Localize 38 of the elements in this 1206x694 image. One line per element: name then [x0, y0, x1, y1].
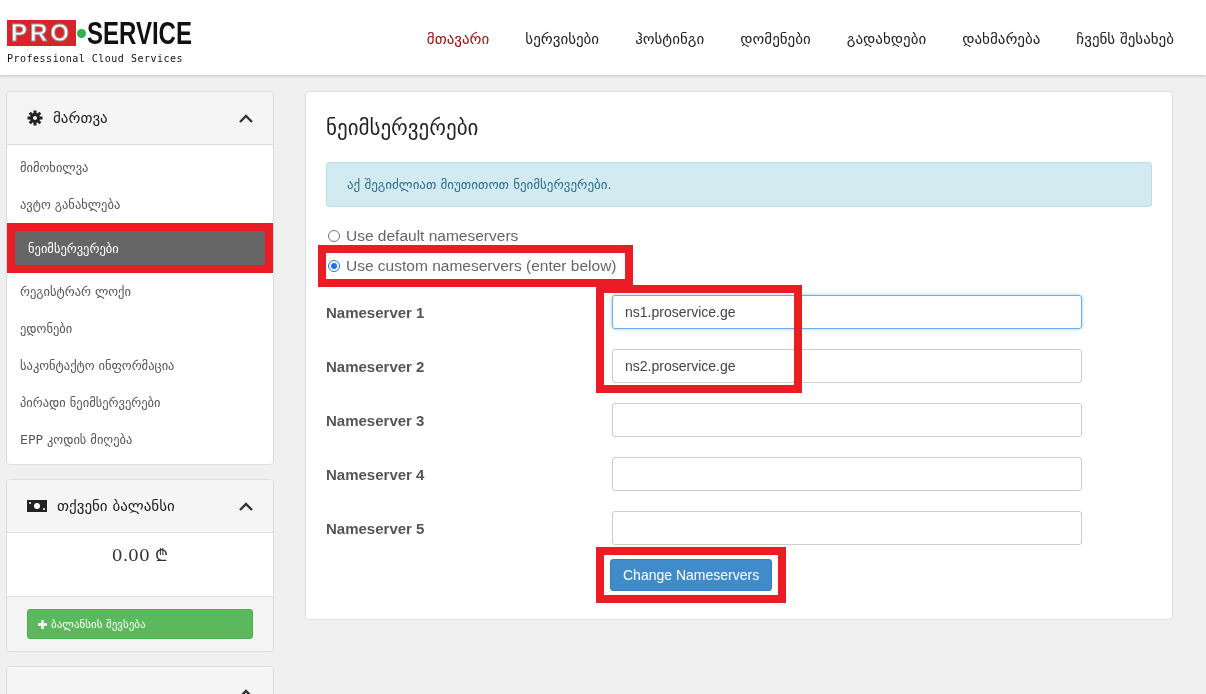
nameserver-field[interactable] [612, 511, 1082, 545]
submit-button[interactable]: Change Nameservers [610, 559, 773, 591]
field-label: Nameserver 3 [326, 411, 426, 429]
field-label: Nameserver 4 [326, 465, 426, 483]
sidebar-item[interactable]: ავტო განახლება [7, 186, 273, 223]
nav-link[interactable]: მთავარი [426, 29, 490, 48]
sidebar-item[interactable]: EPP კოდის მიღება [7, 421, 273, 458]
banknote-icon [27, 500, 47, 512]
nav-link[interactable]: დახმარება [962, 29, 1041, 48]
sidebar-item[interactable]: მიმოხილვა [7, 149, 273, 186]
nameserver-field[interactable] [612, 403, 1082, 437]
nameserver-field[interactable]: ns1.proservice.ge [612, 295, 1082, 329]
panel-title: თქვენი ბალანსი [57, 497, 176, 515]
chevron-up-icon[interactable] [239, 113, 253, 123]
radio-option[interactable]: Use default nameservers [326, 225, 519, 245]
sidebar-item[interactable]: ედონები [7, 310, 273, 347]
sidebar-item[interactable]: ნეიმსერვერები [7, 223, 273, 273]
info-alert: აქ შეგიძლიათ მიუთითოთ ნეიმსერვერები. [326, 162, 1152, 207]
logo[interactable]: PRO SERVICE Professional Cloud Services [7, 17, 207, 64]
nav-link[interactable]: სერვისები [525, 29, 600, 48]
panel-title: მართვა [53, 109, 109, 127]
nav-link[interactable]: დომენები [740, 29, 811, 48]
sidebar-item[interactable]: პირადი ნეიმსერვერები [7, 384, 273, 421]
nameserver-field[interactable]: ns2.proservice.ge [612, 349, 1082, 383]
gear-icon [27, 110, 43, 126]
nav-link[interactable]: ჰოსტინგი [635, 29, 705, 48]
nameserver-field[interactable] [612, 457, 1082, 491]
field-label: Nameserver 5 [326, 519, 426, 537]
plus-icon [38, 619, 47, 629]
field-label: Nameserver 1 [326, 303, 426, 321]
page-title: ნეიმსერვერები [326, 116, 480, 140]
chevron-up-icon[interactable] [239, 501, 253, 511]
field-label: Nameserver 2 [326, 357, 426, 375]
sidebar-item[interactable]: რეგისტრარ ლოქი [7, 273, 273, 310]
nav-link[interactable]: ჩვენს შესახებ [1076, 29, 1174, 48]
nav-link[interactable]: გადახდები [846, 29, 927, 48]
radio-option[interactable]: Use custom nameservers (enter below) [328, 255, 617, 277]
sidebar-item[interactable]: საკონტაქტო ინფორმაცია [7, 347, 273, 384]
